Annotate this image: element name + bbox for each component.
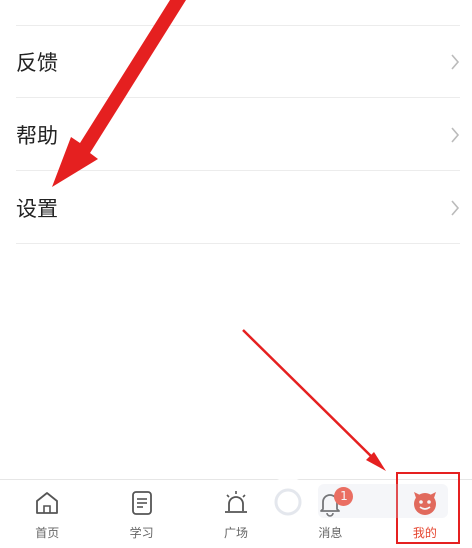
tab-square[interactable]: 广场 (189, 480, 283, 548)
tab-study[interactable]: 学习 (94, 480, 188, 548)
thin-arrow-shaft (242, 329, 378, 463)
menu-item-settings[interactable]: 设置 (16, 172, 460, 244)
tab-home[interactable]: 首页 (0, 480, 94, 548)
menu-item-label: 设置 (16, 196, 58, 221)
home-icon (36, 492, 59, 514)
thin-arrow-head (366, 452, 386, 471)
tab-label: 学习 (129, 526, 154, 540)
tab-label: 消息 (318, 526, 343, 540)
tab-messages[interactable]: 1 消息 (283, 480, 377, 548)
alarm-light-icon (225, 491, 248, 513)
menu-item-label: 反馈 (16, 50, 58, 75)
bottom-tab-bar: 首页 学习 广场 1 消息 我的 (0, 479, 472, 548)
tab-me[interactable]: 我的 (378, 480, 472, 548)
chevron-right-icon (451, 199, 460, 216)
profile-icon (413, 492, 436, 515)
unread-badge: 1 (334, 487, 354, 506)
tab-label: 广场 (224, 526, 249, 540)
menu-item-label: 帮助 (16, 123, 58, 148)
document-icon (131, 491, 152, 515)
menu-item-feedback[interactable]: 反馈 (16, 26, 460, 98)
tab-label: 我的 (412, 526, 437, 540)
tab-label: 首页 (35, 526, 60, 540)
chevron-right-icon (451, 53, 460, 70)
chevron-right-icon (451, 126, 460, 143)
menu-item-help[interactable]: 帮助 (16, 99, 460, 171)
